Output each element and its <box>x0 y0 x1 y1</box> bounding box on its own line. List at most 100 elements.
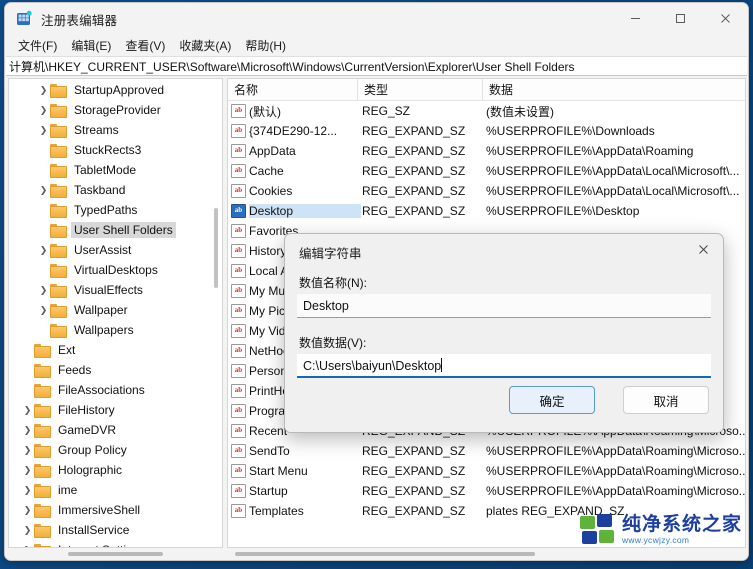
tree-item-label: Taskband <box>74 183 126 197</box>
table-row[interactable]: ab Startup REG_EXPAND_SZ %USERPROFILE%\AppD… <box>228 481 745 501</box>
tree-item-label: Ext <box>58 343 76 357</box>
maximize-button[interactable] <box>658 3 703 34</box>
cell-type: REG_EXPAND_SZ <box>362 504 466 518</box>
tree-vertical-scrollbar[interactable] <box>210 80 221 546</box>
tree-hscroll-thumb[interactable] <box>68 552 163 556</box>
menu-view[interactable]: 查看(V) <box>118 35 172 56</box>
tree-item[interactable]: Wallpapers <box>9 320 222 340</box>
tree-item[interactable]: ❯Internet Settings <box>9 540 222 548</box>
chevron-right-icon[interactable]: ❯ <box>21 460 34 480</box>
table-row[interactable]: ab Cache REG_EXPAND_SZ %USERPROFILE%\AppDat… <box>228 161 745 181</box>
tree-item[interactable]: ❯ InstallService <box>9 520 222 540</box>
tree-item[interactable]: Feeds <box>9 360 222 380</box>
table-row[interactable]: ab Cookies REG_EXPAND_SZ %USERPROFILE%\AppD… <box>228 181 745 201</box>
list-header: 名称 类型 数据 <box>228 79 745 101</box>
string-value-icon: ab <box>231 344 246 358</box>
menu-file[interactable]: 文件(F) <box>11 35 64 56</box>
tree-item[interactable]: ❯ Group Policy <box>9 440 222 460</box>
tree-item[interactable]: ❯ Holographic <box>9 460 222 480</box>
tree-item[interactable]: Ext <box>9 340 222 360</box>
menu-help[interactable]: 帮助(H) <box>238 35 293 56</box>
tree-item[interactable]: TypedPaths <box>9 200 222 220</box>
tree-item[interactable]: ❯ ime <box>9 480 222 500</box>
chevron-right-icon[interactable]: ❯ <box>21 420 34 440</box>
chevron-right-icon[interactable]: ❯ <box>37 100 50 120</box>
value-name-label: 数值名称(N): <box>299 276 367 290</box>
cell-data: %USERPROFILE%\AppData\Roaming <box>486 144 694 158</box>
table-row[interactable]: ab Desktop REG_EXPAND_SZ %USERPROFILE%\Desk… <box>228 201 745 221</box>
tree-item[interactable]: ❯ Streams <box>9 120 222 140</box>
chevron-right-icon[interactable]: ❯ <box>37 300 50 320</box>
chevron-right-icon[interactable]: ❯ <box>37 240 50 260</box>
chevron-right-icon[interactable]: ❯ <box>21 540 34 548</box>
tree-item[interactable]: ❯ Taskband <box>9 180 222 200</box>
table-row[interactable]: ab SendTo REG_EXPAND_SZ %USERPROFILE%\AppDa… <box>228 441 745 461</box>
dialog-close-icon[interactable] <box>683 234 723 264</box>
tree-item[interactable]: ❯ StorageProvider <box>9 100 222 120</box>
chevron-right-icon[interactable]: ❯ <box>21 400 34 420</box>
value-data-input[interactable]: C:\Users\baiyun\Desktop <box>297 354 711 378</box>
list-horizontal-scrollbar[interactable] <box>227 548 746 559</box>
table-row[interactable]: ab Start Menu REG_EXPAND_SZ %USERPROFILE%\A… <box>228 461 745 481</box>
ok-button[interactable]: 确定 <box>509 386 595 414</box>
close-button[interactable] <box>703 3 748 34</box>
folder-icon <box>50 183 67 198</box>
string-value-icon: ab <box>231 464 246 478</box>
tree-item[interactable]: StuckRects3 <box>9 140 222 160</box>
minimize-button[interactable] <box>613 3 658 34</box>
tree-item[interactable]: VirtualDesktops <box>9 260 222 280</box>
tree-scrollbar-thumb[interactable] <box>214 208 218 288</box>
column-header-name[interactable]: 名称 <box>228 79 358 101</box>
table-row[interactable]: ab {374DE290-12... REG_EXPAND_SZ %USERPROFI… <box>228 121 745 141</box>
chevron-right-icon[interactable]: ❯ <box>37 120 50 140</box>
tree-item[interactable]: ❯ Wallpaper <box>9 300 222 320</box>
table-row[interactable]: ab (默认) REG_SZ (数值未设置) <box>228 101 745 121</box>
address-bar[interactable]: 计算机\HKEY_CURRENT_USER\Software\Microsoft… <box>6 56 747 76</box>
chevron-right-icon[interactable]: ❯ <box>37 180 50 200</box>
tree-item[interactable]: User Shell Folders <box>9 220 222 240</box>
tree-item-label: VirtualDesktops <box>74 263 158 277</box>
tree-item[interactable]: ❯ FileHistory <box>9 400 222 420</box>
chevron-right-icon[interactable]: ❯ <box>37 80 50 100</box>
tree-item[interactable]: ❯ VisualEffects <box>9 280 222 300</box>
cell-data: %USERPROFILE%\AppData\Local\Microsoft\..… <box>486 164 740 178</box>
cancel-button[interactable]: 取消 <box>623 386 709 414</box>
list-hscroll-thumb[interactable] <box>235 552 535 556</box>
tree-item-label: TypedPaths <box>74 203 138 217</box>
column-header-data[interactable]: 数据 <box>483 79 745 101</box>
tree-item[interactable]: TabletMode <box>9 160 222 180</box>
tree-item-label: Holographic <box>58 463 123 477</box>
folder-icon <box>34 503 51 518</box>
table-row[interactable]: ab AppData REG_EXPAND_SZ %USERPROFILE%\AppD… <box>228 141 745 161</box>
cell-type: REG_EXPAND_SZ <box>362 464 466 478</box>
folder-icon <box>50 83 67 98</box>
chevron-right-icon[interactable]: ❯ <box>21 440 34 460</box>
table-row[interactable]: ab Templates REG_EXPAND_SZ plates REG_EXPAN… <box>228 501 745 521</box>
tree-item[interactable]: ❯ UserAssist <box>9 240 222 260</box>
menu-edit[interactable]: 编辑(E) <box>64 35 118 56</box>
dialog-title: 编辑字符串 <box>299 247 362 261</box>
tree-item-label: Feeds <box>58 363 92 377</box>
folder-icon <box>50 323 67 338</box>
string-value-icon: ab <box>231 104 246 118</box>
menu-favorites[interactable]: 收藏夹(A) <box>172 35 238 56</box>
cell-type: REG_EXPAND_SZ <box>362 184 466 198</box>
value-data-text: C:\Users\baiyun\Desktop <box>303 359 442 373</box>
registry-tree-pane[interactable]: ❯ StartupApproved ❯ StorageProvider ❯ Streams… <box>8 78 223 548</box>
tree-item[interactable]: ❯ ImmersiveShell <box>9 500 222 520</box>
chevron-right-icon[interactable]: ❯ <box>21 500 34 520</box>
column-header-type[interactable]: 类型 <box>358 79 483 101</box>
string-value-icon: ab <box>231 444 246 458</box>
string-value-icon: ab <box>231 164 246 178</box>
chevron-right-icon[interactable]: ❯ <box>37 280 50 300</box>
value-name-input[interactable]: Desktop <box>297 294 711 318</box>
chevron-right-icon[interactable]: ❯ <box>21 520 34 540</box>
tree-horizontal-scrollbar[interactable] <box>8 548 223 559</box>
tree-item[interactable]: ❯ GameDVR <box>9 420 222 440</box>
chevron-right-icon[interactable]: ❯ <box>21 480 34 500</box>
tree-item[interactable]: FileAssociations <box>9 380 222 400</box>
tree-item[interactable]: ❯ StartupApproved <box>9 80 222 100</box>
folder-icon <box>50 103 67 118</box>
cell-data: %USERPROFILE%\AppData\Roaming\Microso... <box>486 444 745 458</box>
